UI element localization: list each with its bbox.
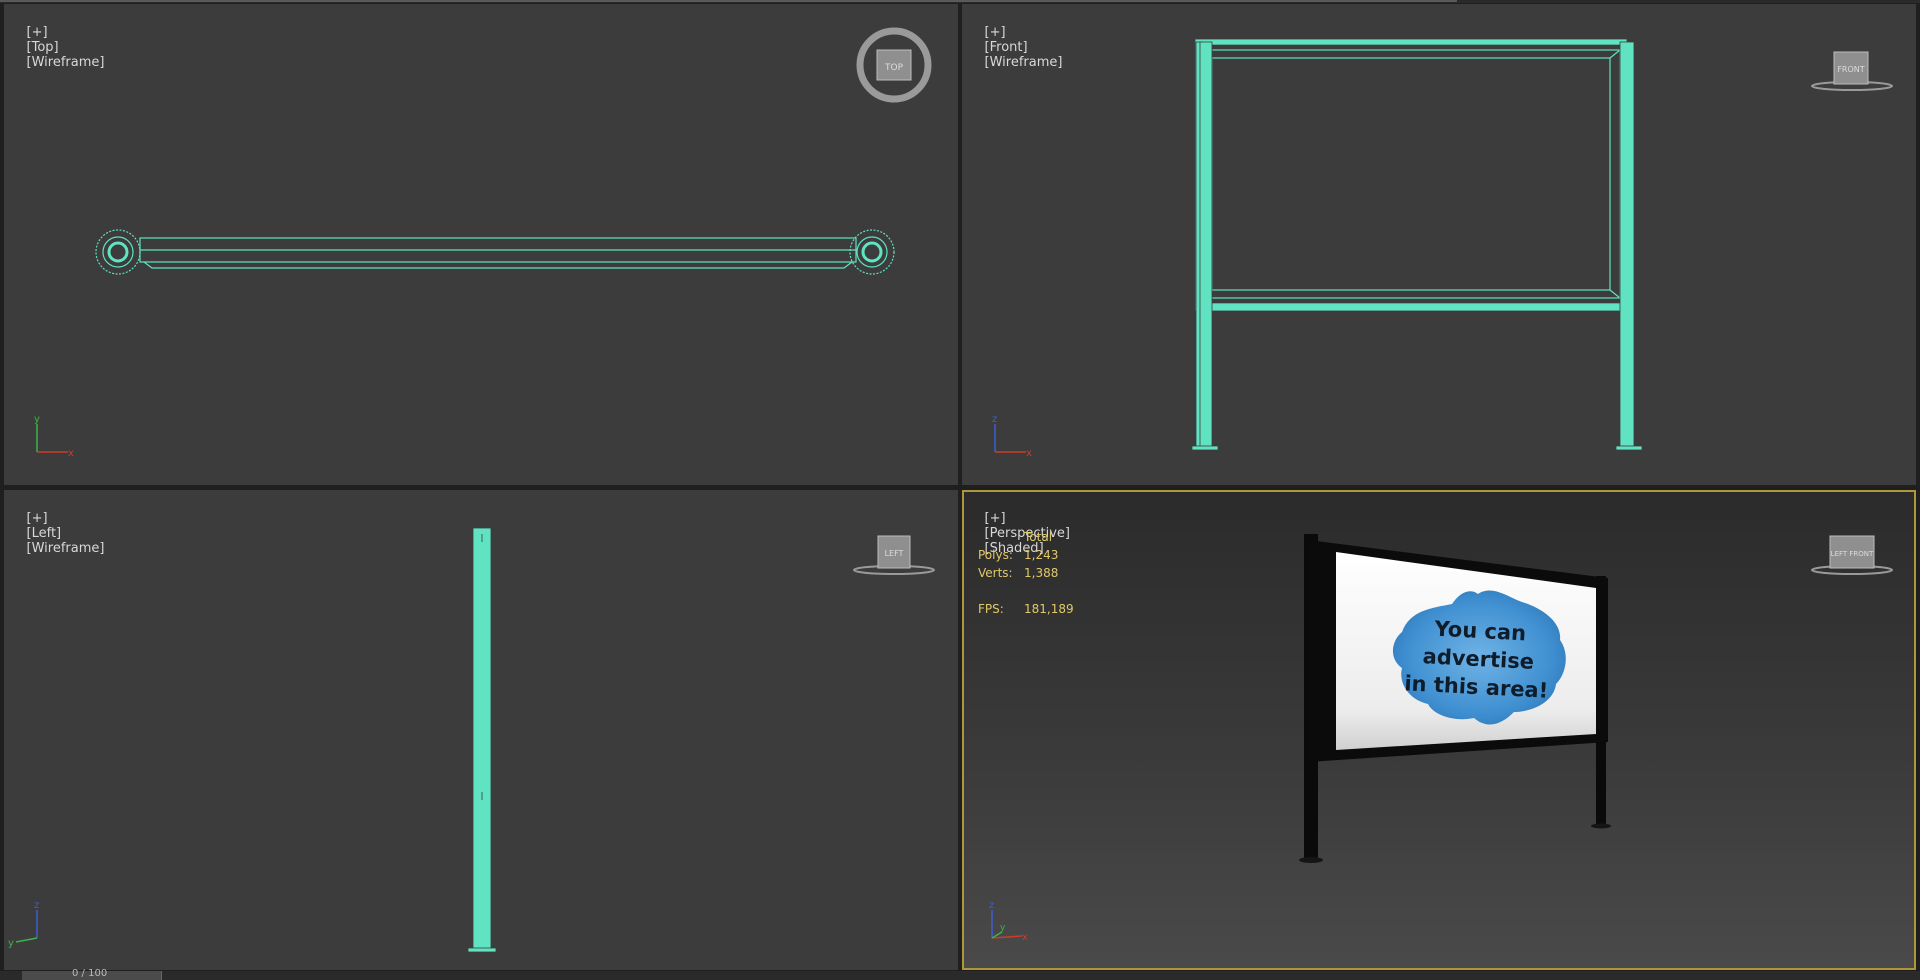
viewport-left[interactable]: [+] [Left] [Wireframe] LEFT z y — [4, 490, 958, 970]
viewcube-icon[interactable]: LEFT — [853, 535, 935, 575]
viewport-front[interactable]: [+] [Front] [Wireframe] FRONT z x — [962, 4, 1916, 485]
axis-label-z: z — [989, 900, 994, 911]
time-slider[interactable]: 0 / 100 — [22, 968, 162, 980]
billboard-text-line1: You can — [1433, 617, 1527, 646]
axis-tripod-icon: z x — [992, 414, 1032, 459]
viewcube-face-label: LEFT FRONT — [1831, 550, 1874, 558]
axis-tripod-icon: z y — [8, 900, 39, 949]
front-frame-inner — [1201, 49, 1621, 299]
billboard-model: You can advertise in this area! — [1299, 534, 1611, 863]
axis-label-y: y — [1000, 923, 1006, 933]
viewcube-face-label: FRONT — [1837, 65, 1864, 74]
top-post-right-core — [861, 241, 883, 263]
viewport-top[interactable]: [+] [Top] [Wireframe] TOP y x — [4, 4, 958, 485]
bottom-bar: 0 / 100 — [0, 968, 1920, 980]
viewcube-icon[interactable]: TOP — [856, 27, 932, 103]
top-strip-accent — [0, 0, 1457, 2]
viewcube-face-label: TOP — [884, 63, 904, 73]
axis-label-x: x — [1022, 932, 1028, 943]
axis-tripod-icon: y x — [34, 414, 74, 459]
perspective-shaded-scene: You can advertise in this area! LEFT FRO… — [989, 534, 1893, 943]
viewcube-icon[interactable]: FRONT — [1811, 51, 1893, 91]
top-frame-bevel — [143, 261, 853, 269]
axis-label-y: y — [8, 938, 14, 949]
axis-label-z: z — [992, 414, 997, 425]
viewport-perspective[interactable]: [+] [Perspective] [Shaded] Total Polys: … — [962, 490, 1916, 970]
front-post-right — [1619, 41, 1635, 451]
top-strip — [0, 0, 1920, 3]
viewcube-face-label: LEFT — [885, 549, 904, 558]
front-frame-top — [1195, 39, 1627, 45]
axis-label-y: y — [34, 414, 40, 425]
front-post-right-base — [1615, 445, 1643, 451]
axis-label-x: x — [1026, 448, 1032, 459]
top-post-left-core — [107, 241, 129, 263]
time-slider-label: 0 / 100 — [72, 968, 108, 979]
left-post-base — [467, 947, 497, 953]
front-board-panel — [1211, 57, 1611, 291]
viewcube-icon[interactable]: LEFT FRONT — [1811, 535, 1893, 575]
front-frame-bottom — [1195, 303, 1627, 311]
axis-label-z: z — [34, 900, 39, 911]
front-frame-outer — [1195, 43, 1627, 305]
front-post-left-base — [1191, 445, 1219, 451]
top-wireframe-scene: TOP y x — [34, 27, 932, 459]
axis-label-x: x — [68, 448, 74, 459]
front-post-left — [1199, 41, 1213, 451]
left-wireframe-scene: LEFT z y — [8, 527, 935, 953]
front-wireframe-scene: FRONT z x — [992, 39, 1893, 459]
left-post — [472, 527, 492, 953]
axis-tripod-icon: z x y — [989, 900, 1028, 943]
